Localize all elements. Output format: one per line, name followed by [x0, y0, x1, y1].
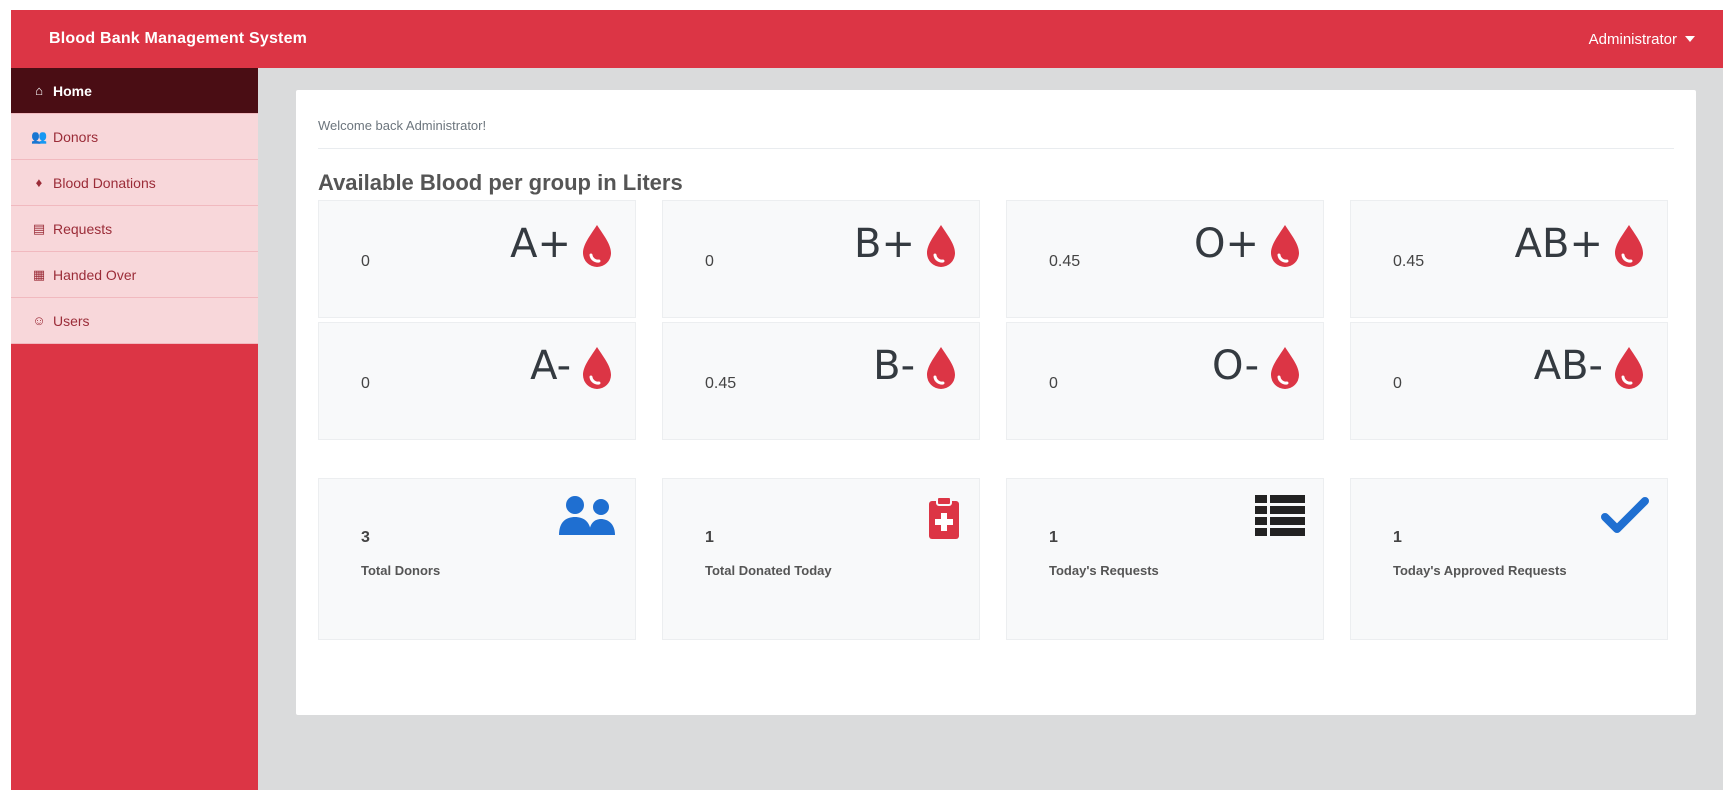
- sidebar-item-donors[interactable]: 👥 Donors: [11, 114, 258, 160]
- droplet-icon: ♦: [35, 175, 43, 190]
- sidebar-item-label: Users: [53, 312, 90, 329]
- blood-drop-icon: [583, 347, 611, 389]
- blood-value: 0.45: [705, 375, 737, 392]
- stat-label: Today's Approved Requests: [1393, 563, 1567, 578]
- blood-value: 0.45: [1393, 253, 1425, 270]
- sidebar-item-users[interactable]: ☺ Users: [11, 298, 258, 344]
- dashboard-panel: Welcome back Administrator! Available Bl…: [296, 90, 1696, 715]
- sidebar-item-label: Blood Donations: [53, 174, 156, 191]
- blood-value: 0: [705, 253, 714, 270]
- blood-card-a-neg: 0 A-: [318, 322, 636, 440]
- blood-group-label: AB+: [1514, 221, 1603, 267]
- blood-card-ab-neg: 0 AB-: [1350, 322, 1668, 440]
- stat-value: 1: [1393, 529, 1402, 546]
- stat-label: Total Donors: [361, 563, 441, 578]
- stat-card-donated-today: 1 Total Donated Today: [662, 478, 980, 640]
- blood-drop-icon: [583, 225, 611, 267]
- blood-group-label: O+: [1194, 221, 1259, 267]
- list-icon: [1255, 495, 1305, 536]
- blood-drop-icon: [927, 347, 955, 389]
- medical-clipboard-icon: [929, 496, 959, 539]
- blood-value: 0.45: [1049, 253, 1081, 270]
- stat-card-todays-requests: 1 Today's Requests: [1006, 478, 1324, 640]
- building-icon: ▦: [32, 266, 46, 282]
- check-icon: [1601, 497, 1649, 533]
- blood-card-b-pos: 0 B+: [662, 200, 980, 318]
- blood-group-label: O-: [1211, 343, 1259, 389]
- sidebar-item-blood-donations[interactable]: ♦ Blood Donations: [11, 160, 258, 206]
- blood-value: 0: [1049, 375, 1058, 392]
- stat-value: 3: [361, 529, 370, 546]
- blood-group-label: B+: [854, 221, 915, 267]
- sidebar-item-label: Handed Over: [53, 266, 137, 283]
- sidebar: ⌂ Home 👥 Donors ♦ Blood Donations ▤ Requ…: [11, 68, 258, 790]
- divider: [318, 148, 1674, 149]
- blood-value: 0: [1393, 375, 1402, 392]
- blood-group-label: B-: [873, 343, 915, 389]
- blood-card-o-pos: 0.45 O+: [1006, 200, 1324, 318]
- sidebar-item-requests[interactable]: ▤ Requests: [11, 206, 258, 252]
- blood-drop-icon: [1615, 225, 1643, 267]
- stat-label: Total Donated Today: [705, 563, 832, 578]
- sidebar-item-handed-over[interactable]: ▦ Handed Over: [11, 252, 258, 298]
- stat-value: 1: [705, 529, 714, 546]
- welcome-message: Welcome back Administrator!: [318, 118, 487, 133]
- blood-value: 0: [361, 375, 370, 392]
- blood-drop-icon: [1271, 347, 1299, 389]
- chevron-down-icon: [1685, 36, 1695, 42]
- brand-title[interactable]: Blood Bank Management System: [49, 30, 307, 48]
- users-icon: 👥: [31, 128, 48, 144]
- stat-value: 1: [1049, 529, 1058, 546]
- blood-card-ab-pos: 0.45 AB+: [1350, 200, 1668, 318]
- user-menu[interactable]: Administrator: [1589, 31, 1695, 48]
- blood-card-a-pos: 0 A+: [318, 200, 636, 318]
- blood-value: 0: [361, 253, 370, 270]
- sidebar-item-label: Home: [53, 82, 92, 99]
- blood-group-label: A+: [510, 221, 571, 267]
- page-title: Available Blood per group in Liters: [318, 170, 683, 195]
- blood-group-label: A-: [530, 343, 571, 389]
- blood-drop-icon: [1271, 225, 1299, 267]
- list-icon: ▤: [32, 220, 46, 236]
- top-navbar: Blood Bank Management System Administrat…: [11, 10, 1723, 68]
- stat-card-total-donors: 3 Total Donors: [318, 478, 636, 640]
- sidebar-item-label: Donors: [53, 128, 99, 145]
- user-group-icon: ☺: [32, 313, 46, 328]
- blood-drop-icon: [1615, 347, 1643, 389]
- stat-card-approved-requests: 1 Today's Approved Requests: [1350, 478, 1668, 640]
- stat-label: Today's Requests: [1049, 563, 1159, 578]
- sidebar-item-label: Requests: [53, 220, 113, 237]
- users-icon: [559, 496, 615, 535]
- blood-group-label: AB-: [1533, 343, 1603, 389]
- sidebar-item-home[interactable]: ⌂ Home: [11, 68, 258, 114]
- user-menu-label: Administrator: [1588, 30, 1677, 48]
- blood-drop-icon: [927, 225, 955, 267]
- blood-card-b-neg: 0.45 B-: [662, 322, 980, 440]
- blood-card-o-neg: 0 O-: [1006, 322, 1324, 440]
- home-icon: ⌂: [35, 83, 43, 98]
